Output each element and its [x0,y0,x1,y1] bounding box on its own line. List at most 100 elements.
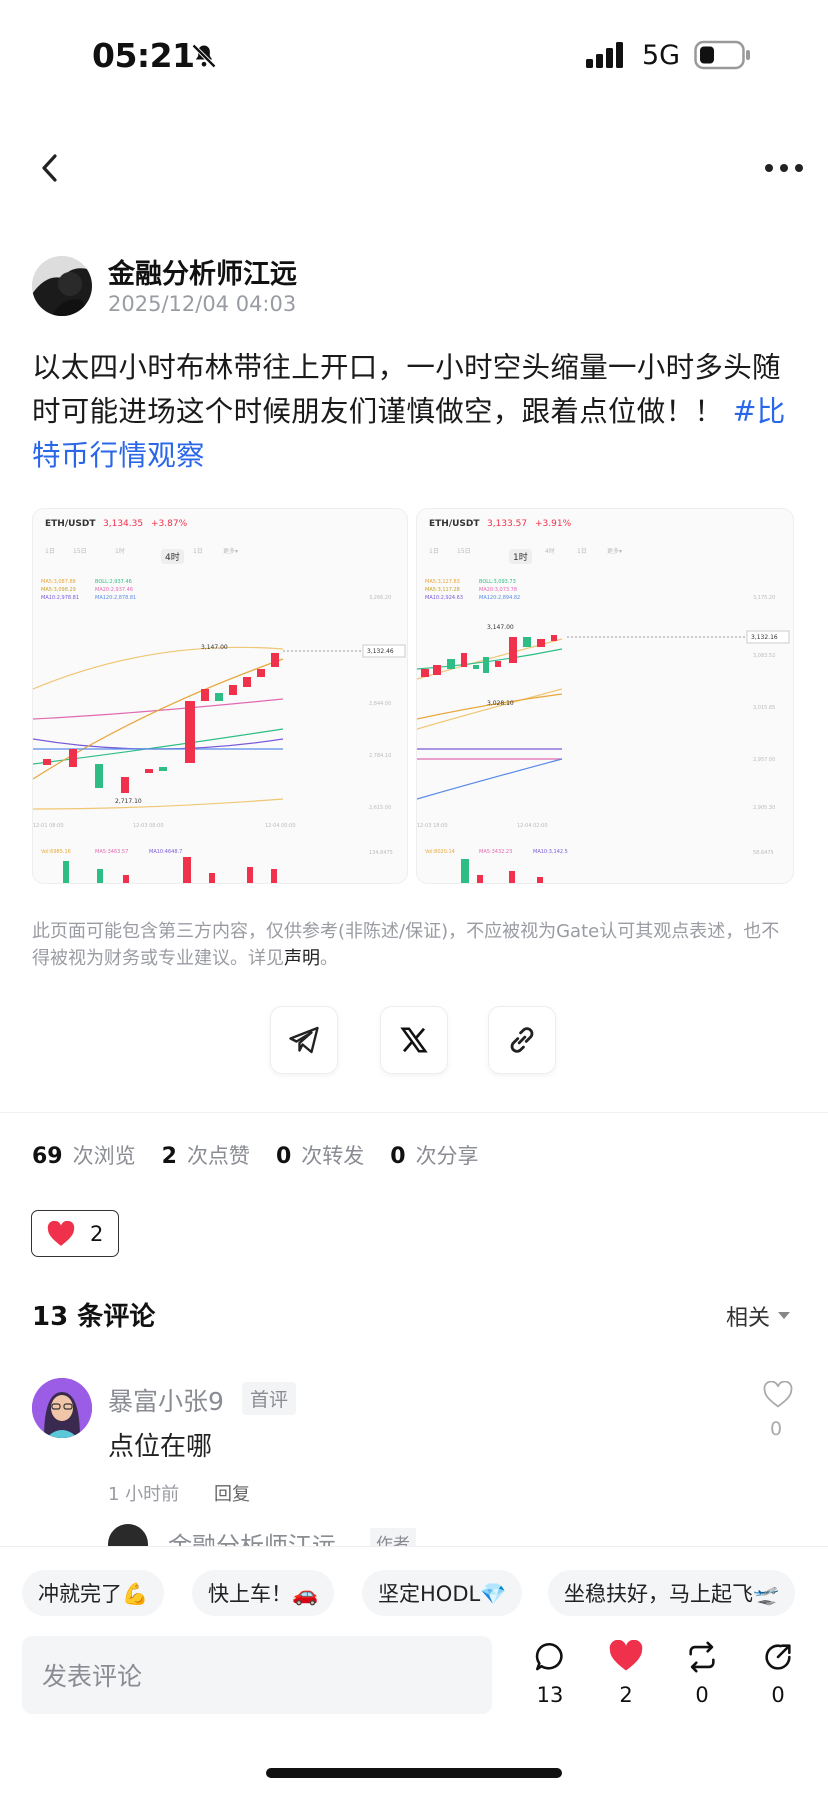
svg-text:MA5:3,098.29: MA5:3,098.29 [41,587,76,593]
quick-reply-chip[interactable]: 快上车！🚗 [192,1570,335,1616]
comment-action-button[interactable]: 13 [520,1640,580,1707]
svg-text:MA5:3432.23: MA5:3432.23 [479,849,512,855]
commenter-avatar[interactable] [32,1378,92,1438]
comment-text: 点位在哪 [108,1432,213,1462]
svg-text:MA10:3,142.5: MA10:3,142.5 [533,849,568,855]
svg-text:1日: 1日 [429,548,439,555]
svg-text:2,905.30: 2,905.30 [753,805,775,811]
signal-icon [586,42,626,68]
svg-text:2,957.00: 2,957.00 [753,757,775,763]
svg-text:1日: 1日 [577,548,587,555]
mute-icon [190,42,218,70]
candlestick-chart-2: 1日 15日 4时 1日 更多▾ MA5:3,127.83 BOLL:3,093.73 MA… [417,547,790,883]
views-count: 69 [32,1144,63,1169]
svg-text:3,266.20: 3,266.20 [369,595,391,601]
repost-icon [689,1641,715,1673]
chart-image-1[interactable]: ETH/USDT 3,134.35 +3.87% 4时 1日 15日 1时 1日 更多▾… [32,508,408,884]
disclaimer-end: 。 [320,948,338,969]
copy-link-button[interactable] [488,1006,556,1074]
svg-text:BOLL:3,093.73: BOLL:3,093.73 [479,579,516,585]
comments-title: 13 条评论 [32,1302,156,1332]
svg-text:134.8475: 134.8475 [369,850,393,856]
sort-dropdown[interactable]: 相关 [726,1300,791,1332]
svg-text:更多▾: 更多▾ [607,547,622,555]
author-avatar[interactable] [32,256,92,316]
post-body-text: 以太四小时布林带往上开口，一小时空头缩量一小时多头随时可能进场这个时候朋友们谨慎… [32,351,781,428]
chart-image-2[interactable]: ETH/USDT 3,133.57 +3.91% 1时 1日 15日 4时 1日 更多▾… [416,508,794,884]
svg-text:更多▾: 更多▾ [223,547,238,555]
svg-text:Vol:6985.16: Vol:6985.16 [41,849,71,855]
svg-text:MA5:3463.57: MA5:3463.57 [95,849,128,855]
svg-text:1日: 1日 [45,548,55,555]
svg-text:Vol:8020.14: Vol:8020.14 [425,849,455,855]
svg-text:2,844.00: 2,844.00 [369,701,391,707]
svg-text:MA20:3,073.78: MA20:3,073.78 [479,587,517,593]
svg-text:BOLL:2,937.46: BOLL:2,937.46 [95,579,132,585]
share-icon [765,1644,791,1670]
svg-text:MA10:2,924.63: MA10:2,924.63 [425,595,463,601]
quick-reply-chip[interactable]: 坚定HODL💎 [362,1570,523,1616]
repost-action-button[interactable]: 0 [672,1640,732,1707]
shares-label: 次分享 [415,1144,479,1168]
battery-icon [694,40,752,70]
comment-action-count: 13 [536,1683,564,1707]
home-indicator [266,1768,562,1778]
post-text: 以太四小时布林带往上开口，一小时空头缩量一小时多头随时可能进场这个时候朋友们谨慎… [32,346,800,478]
chevron-left-icon [42,154,57,182]
link-icon [510,1027,534,1053]
sort-label: 相关 [726,1306,771,1331]
repost-action-count: 0 [695,1683,709,1707]
chart-high-label: 3,147.00 [487,624,514,631]
share-x-button[interactable] [380,1006,448,1074]
comment-input[interactable]: 发表评论 [22,1636,492,1714]
reply-button[interactable]: 回复 [214,1480,250,1506]
quick-reply-chip[interactable]: 冲就完了💪 [22,1570,165,1616]
post-timestamp: 2025/12/04 04:03 [108,292,297,316]
svg-text:2,615.00: 2,615.00 [369,805,391,811]
candlestick-chart-1: 1日 15日 1时 1日 更多▾ MA5:3,087.88 BOLL:2,937.46 MA… [33,547,406,883]
like-action-button[interactable]: 2 [596,1639,656,1707]
heart-outline-icon [763,1381,793,1408]
svg-text:12-01 08:00: 12-01 08:00 [33,823,64,829]
svg-text:MA5:3,087.88: MA5:3,087.88 [41,579,76,585]
svg-text:MA120:2,894.82: MA120:2,894.82 [479,595,520,601]
more-options-button[interactable] [760,150,808,186]
svg-text:2,784.10: 2,784.10 [369,753,391,759]
author-name[interactable]: 金融分析师江远 [108,252,297,291]
svg-text:12-03 18:00: 12-03 18:00 [417,823,448,829]
share-action-button[interactable]: 0 [748,1640,808,1707]
disclaimer: 此页面可能包含第三方内容，仅供参考(非陈述/保证)，不应被视为Gate认可其观点… [32,918,792,972]
share-telegram-button[interactable] [270,1006,338,1074]
disclaimer-link[interactable]: 声明 [284,948,320,969]
svg-text:MA20:2,937.46: MA20:2,937.46 [95,587,133,593]
reposts-count: 0 [275,1144,292,1169]
svg-text:MA5:3,127.83: MA5:3,127.83 [425,579,460,585]
svg-text:MA120:2,878.81: MA120:2,878.81 [95,595,136,601]
like-action-count: 2 [619,1683,633,1707]
chart-high-label: 3,147.00 [201,644,228,651]
commenter-name[interactable]: 暴富小张9 [108,1382,224,1418]
chart-low-label: 3,028.10 [487,700,514,707]
svg-text:15日: 15日 [73,548,87,555]
like-chip-count: 2 [90,1221,104,1246]
more-icon [765,164,803,172]
svg-text:15日: 15日 [457,548,471,555]
likes-label: 次点赞 [186,1144,250,1168]
svg-text:1日: 1日 [193,548,203,555]
chart-last-price: 3,132.16 [751,634,778,641]
svg-text:3,175.20: 3,175.20 [753,595,775,601]
like-reaction-chip[interactable]: 2 [31,1210,119,1257]
quick-reply-chip[interactable]: 坐稳扶好，马上起飞🛫 [548,1570,796,1616]
post-stats: 69 次浏览 2 次点赞 0 次转发 0 次分享 [32,1140,505,1170]
comment-bubble-icon [535,1642,563,1671]
shares-count: 0 [390,1144,406,1169]
views-label: 次浏览 [72,1144,136,1168]
x-logo-icon [400,1027,428,1053]
svg-text:4时: 4时 [545,547,555,555]
status-time: 05:21 [92,36,195,75]
comment-like-button[interactable] [760,1378,796,1412]
heart-icon [47,1220,75,1246]
back-button[interactable] [30,148,70,188]
first-comment-badge: 首评 [242,1382,297,1415]
reply-peek-badge: 作者 [370,1528,416,1546]
